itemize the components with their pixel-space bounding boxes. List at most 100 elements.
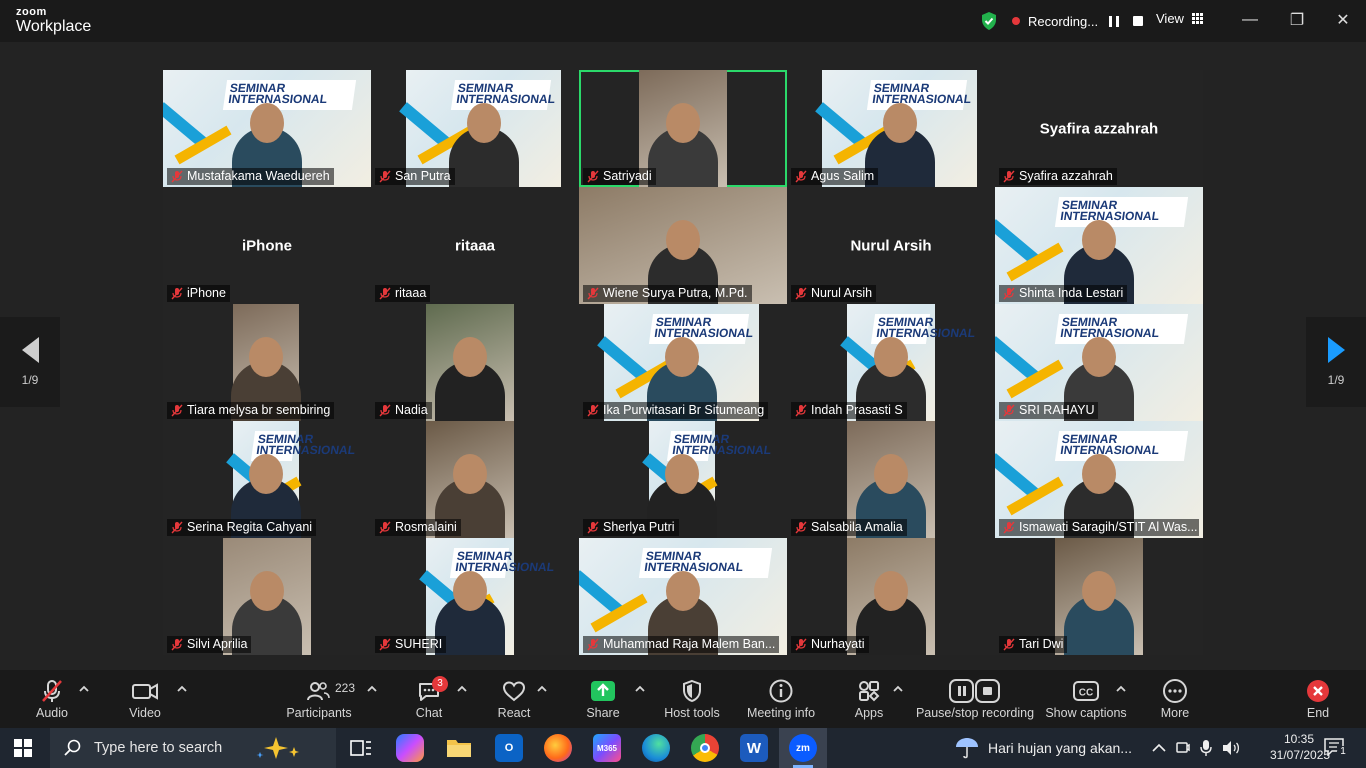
participant-video-tile[interactable]: Syafira azzahrah Syafira azzahrah [995, 70, 1203, 187]
participant-name-label: Shinta Inda Lestari [999, 285, 1128, 302]
rain-umbrella-icon [956, 738, 978, 759]
captions-options-caret-icon[interactable] [1116, 684, 1126, 694]
svg-text:CC: CC [1079, 688, 1093, 699]
show-captions-button[interactable]: CC Show captions [1045, 678, 1127, 724]
windows-start-button[interactable] [14, 739, 32, 762]
apps-button[interactable]: Apps [852, 678, 886, 724]
file-explorer-app[interactable] [445, 734, 473, 762]
participant-video-tile[interactable]: SEMINAR INTERNASIONAL Indah Prasasti S [787, 304, 995, 421]
participant-face [1082, 454, 1116, 494]
security-shield-icon[interactable] [980, 11, 998, 31]
participant-video-tile[interactable]: SEMINAR INTERNASIONAL Muhammad Raja Malem … [579, 538, 787, 655]
participant-video-tile[interactable]: SEMINAR INTERNASIONAL Sherlya Putri [579, 421, 787, 538]
more-button[interactable]: More [1157, 678, 1193, 724]
meeting-info-button[interactable]: Meeting info [745, 678, 817, 724]
pause-stop-recording-button[interactable]: Pause/stop recording [916, 678, 1034, 724]
audio-button[interactable]: Audio [34, 678, 70, 724]
participant-video-tile[interactable]: iPhone iPhone [163, 187, 371, 304]
participant-video-tile[interactable]: Nadia [371, 304, 579, 421]
participant-video-tile[interactable]: SEMINAR INTERNASIONAL SUHERI [371, 538, 579, 655]
muted-mic-icon [587, 521, 599, 534]
participant-video-tile[interactable]: Satriyadi [579, 70, 787, 187]
audio-options-caret-icon[interactable] [79, 684, 89, 694]
participant-video-tile[interactable]: SEMINAR INTERNASIONAL Ika Purwitasari Br S… [579, 304, 787, 421]
stop-icon [1133, 16, 1144, 26]
edge-app[interactable] [642, 734, 670, 762]
participant-name-label: SUHERI [375, 636, 447, 653]
participant-name-label: Silvi Aprilia [167, 636, 252, 653]
participant-video-tile[interactable]: Nurul Arsih Nurul Arsih [787, 187, 995, 304]
notification-center-button[interactable]: 1 [1324, 738, 1349, 758]
view-button[interactable]: View [1156, 11, 1203, 26]
participants-options-caret-icon[interactable] [367, 684, 377, 694]
react-options-caret-icon[interactable] [537, 684, 547, 694]
task-view-button[interactable] [347, 734, 375, 762]
meeting-toolbar: Audio Video 223 Participants 3 Chat Reac… [0, 670, 1366, 728]
participant-video-tile[interactable]: Tari Dwi [995, 538, 1203, 655]
participant-video-tile[interactable]: SEMINAR INTERNASIONAL Serina Regita Cahyan… [163, 421, 371, 538]
chat-options-caret-icon[interactable] [457, 684, 467, 694]
host-tools-button[interactable]: Host tools [662, 678, 722, 724]
microphone-in-use-icon[interactable] [1200, 739, 1212, 757]
participant-name-label: Sherlya Putri [583, 519, 679, 536]
pause-stop-recording-icon [949, 679, 1000, 703]
speaker-volume-icon[interactable] [1222, 740, 1240, 756]
chat-button[interactable]: 3 Chat [412, 676, 448, 724]
participant-video-tile[interactable]: SEMINAR INTERNASIONAL Shinta Inda Lestari [995, 187, 1203, 304]
firefox-app[interactable] [544, 734, 572, 762]
participant-video-tile[interactable]: Wiene Surya Putra, M.Pd. [579, 187, 787, 304]
video-options-caret-icon[interactable] [177, 684, 187, 694]
copilot-app[interactable] [396, 734, 424, 762]
participant-video-tile[interactable]: SEMINAR INTERNASIONAL SRI RAHAYU [995, 304, 1203, 421]
muted-mic-icon [1003, 638, 1015, 651]
participant-video-tile[interactable]: ritaaa ritaaa [371, 187, 579, 304]
participant-video-tile[interactable]: Silvi Aprilia [163, 538, 371, 655]
participant-video-tile[interactable]: Tiara melysa br sembiring [163, 304, 371, 421]
taskbar-search-box[interactable]: Type here to search [50, 728, 336, 768]
zoom-app-active[interactable]: zm [779, 728, 827, 768]
seminar-banner: SEMINAR INTERNASIONAL [639, 548, 773, 578]
participant-name-label: Agus Salim [791, 168, 879, 185]
chrome-app[interactable] [691, 734, 719, 762]
participant-name-label: Nadia [375, 402, 432, 419]
restore-button[interactable]: ❐ [1287, 10, 1307, 30]
participant-video-tile[interactable]: SEMINAR INTERNASIONAL Agus Salim [787, 70, 995, 187]
next-page-button[interactable]: 1/9 [1306, 317, 1366, 407]
system-clock[interactable]: 10:35 31/07/2025 [1270, 731, 1330, 763]
stop-recording-button[interactable] [1130, 13, 1146, 29]
muted-mic-icon [1003, 170, 1015, 183]
apps-options-caret-icon[interactable] [893, 684, 903, 694]
participant-video-tile[interactable]: Rosmalaini [371, 421, 579, 538]
search-placeholder: Type here to search [94, 740, 223, 756]
m365-app[interactable]: M365 [593, 734, 621, 762]
pause-recording-button[interactable] [1106, 13, 1122, 29]
weather-widget[interactable]: Hari hujan yang akan... [954, 728, 1132, 768]
participant-display-name: ritaaa [454, 237, 496, 254]
show-hidden-icons-chevron-icon[interactable] [1152, 743, 1166, 753]
minimize-button[interactable]: — [1240, 10, 1260, 30]
share-button[interactable]: Share [584, 678, 622, 724]
participant-video-tile[interactable]: SEMINAR INTERNASIONAL Ismawati Saragih/STI… [995, 421, 1203, 538]
previous-page-button[interactable]: 1/9 [0, 317, 60, 407]
react-button[interactable]: React [496, 678, 532, 724]
participants-button[interactable]: 223 Participants [286, 678, 355, 724]
arrow-left-icon [21, 337, 39, 363]
muted-mic-icon [171, 170, 183, 183]
participant-video-tile[interactable]: SEMINAR INTERNASIONAL Mustafakama Waeduere… [163, 70, 371, 187]
seminar-banner: SEMINAR INTERNASIONAL [648, 314, 754, 344]
participant-name-label: Tiara melysa br sembiring [167, 402, 335, 419]
outlook-app[interactable]: O [495, 734, 523, 762]
pause-icon [1109, 15, 1120, 27]
share-options-caret-icon[interactable] [635, 684, 645, 694]
participant-name-label: Ismawati Saragih/STIT Al Was... [999, 519, 1199, 536]
video-button[interactable]: Video [126, 678, 164, 724]
end-meeting-button[interactable]: End [1300, 678, 1336, 724]
participant-display-name: iPhone [241, 237, 292, 254]
participant-video-tile[interactable]: SEMINAR INTERNASIONAL San Putra [371, 70, 579, 187]
webcam-in-use-icon[interactable] [1176, 740, 1190, 756]
participant-video-tile[interactable]: Nurhayati [787, 538, 995, 655]
muted-mic-icon [379, 287, 391, 300]
participant-video-tile[interactable]: Salsabila Amalia [787, 421, 995, 538]
word-app[interactable]: W [740, 734, 768, 762]
close-window-button[interactable]: ✕ [1333, 10, 1353, 30]
